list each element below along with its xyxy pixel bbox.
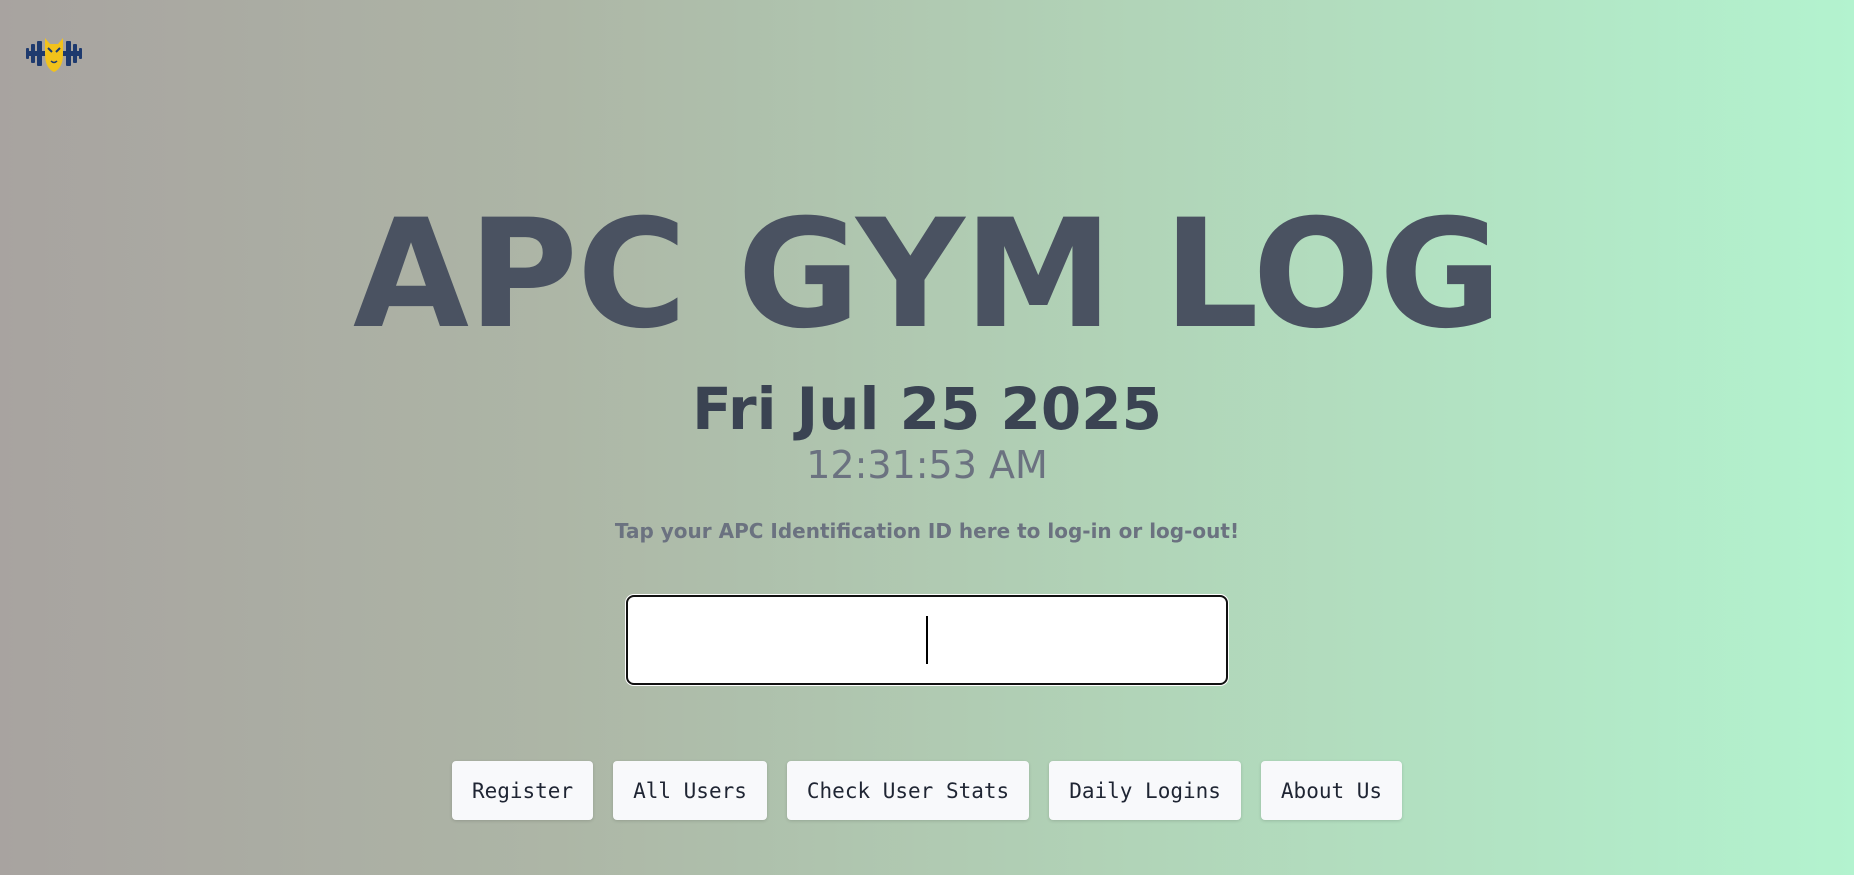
register-button[interactable]: Register — [451, 761, 594, 820]
current-time: 12:31:53 AM — [806, 443, 1048, 487]
text-caret — [926, 616, 928, 664]
all-users-button[interactable]: All Users — [613, 761, 767, 820]
daily-logins-button[interactable]: Daily Logins — [1049, 761, 1241, 820]
nav-button-bar: Register All Users Check User Stats Dail… — [0, 761, 1854, 820]
current-date: Fri Jul 25 2025 — [692, 375, 1162, 443]
page-title: APC GYM LOG — [352, 188, 1502, 362]
gym-logo-icon — [26, 34, 82, 74]
about-us-button[interactable]: About Us — [1260, 761, 1403, 820]
tap-id-instruction: Tap your APC Identification ID here to l… — [614, 519, 1240, 543]
check-user-stats-button[interactable]: Check User Stats — [786, 761, 1030, 820]
